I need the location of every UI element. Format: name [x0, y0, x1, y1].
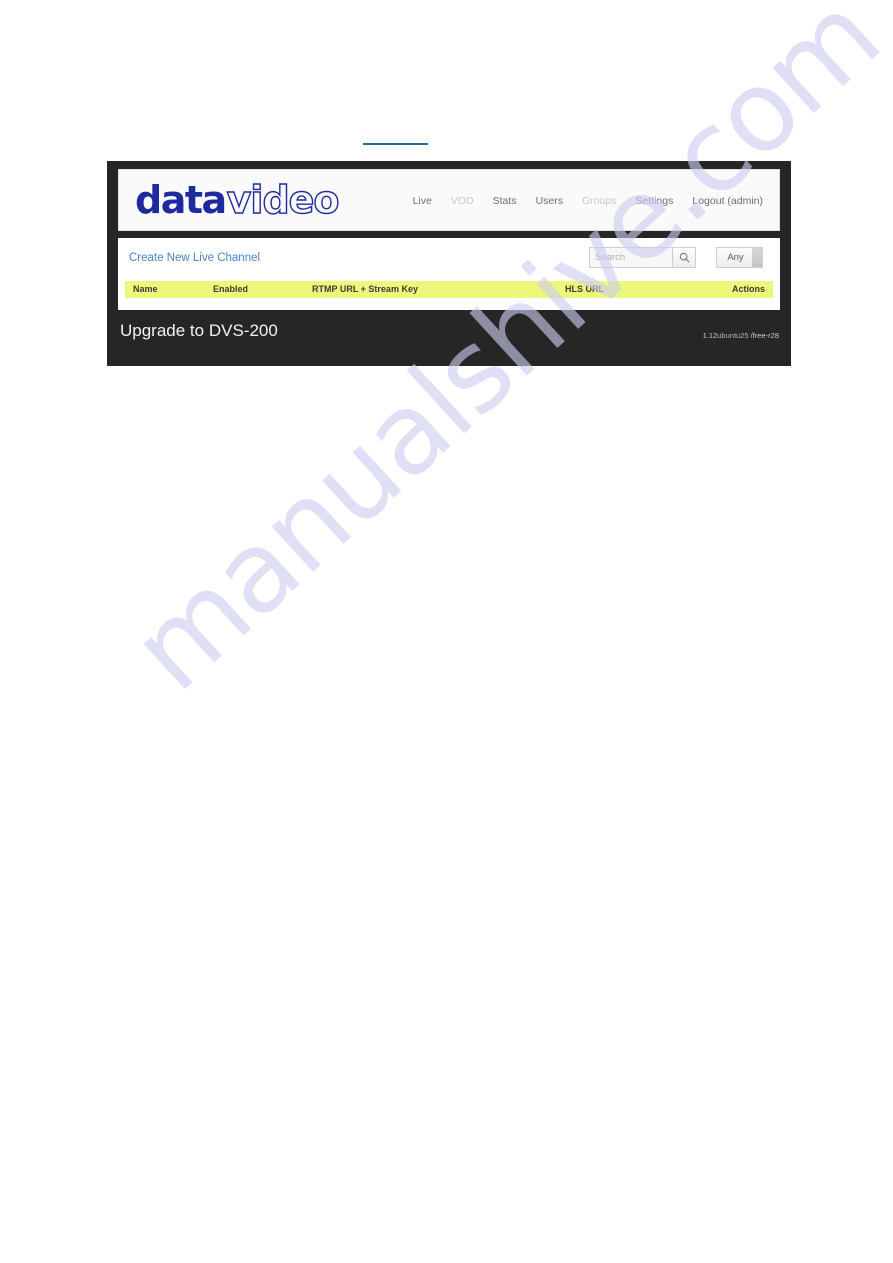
version-suffix: /free-r28 — [748, 331, 779, 340]
nav-item-groups[interactable]: Groups — [582, 195, 616, 207]
version-text: 1.12ubuntu25 /free-r28 — [703, 331, 779, 340]
logo-text-data: data — [135, 178, 227, 222]
column-header-rtmp: RTMP URL + Stream Key — [312, 284, 418, 294]
nav-item-logout[interactable]: Logout (admin) — [692, 195, 763, 207]
column-header-name: Name — [133, 284, 158, 294]
app-header: data video Live VOD Stats Users Groups S… — [118, 169, 780, 231]
dvs-web-ui-screenshot: data video Live VOD Stats Users Groups S… — [107, 161, 791, 366]
app-footer: Upgrade to DVS-200 1.12ubuntu25 /free-r2… — [118, 316, 780, 368]
nav-item-vod[interactable]: VOD — [451, 195, 474, 207]
search-button[interactable] — [672, 247, 696, 268]
filter-dropdown-value: Any — [727, 252, 744, 263]
create-new-live-channel-link[interactable]: Create New Live Channel — [129, 252, 260, 264]
search-icon — [679, 252, 689, 263]
main-navigation: Live VOD Stats Users Groups Settings Log… — [413, 170, 763, 232]
channel-table-header-row: Name Enabled RTMP URL + Stream Key HLS U… — [125, 281, 773, 298]
column-header-hls: HLS URL — [565, 284, 604, 294]
nav-item-settings[interactable]: Settings — [635, 195, 673, 207]
blank-link-underline — [363, 143, 428, 145]
logo-text-video: video — [226, 178, 340, 222]
upgrade-title: Upgrade to DVS-200 — [120, 321, 278, 340]
nav-item-users[interactable]: Users — [536, 195, 563, 207]
column-header-actions: Actions — [731, 284, 765, 294]
datavideo-logo: data video — [135, 178, 340, 222]
search-input[interactable] — [589, 247, 672, 268]
column-header-enabled: Enabled — [213, 284, 249, 294]
filter-dropdown[interactable]: Any — [716, 247, 763, 268]
nav-item-live[interactable]: Live — [413, 195, 432, 207]
channel-list-toolbar: Create New Live Channel Any — [118, 238, 780, 281]
search-group — [589, 247, 696, 268]
channel-list-panel: Create New Live Channel Any Name Enabled… — [118, 238, 780, 310]
nav-item-stats[interactable]: Stats — [493, 195, 517, 207]
version-prefix: 1.12 — [702, 331, 718, 340]
version-mid: ubuntu25 — [717, 331, 749, 340]
chevron-down-icon — [752, 248, 762, 267]
